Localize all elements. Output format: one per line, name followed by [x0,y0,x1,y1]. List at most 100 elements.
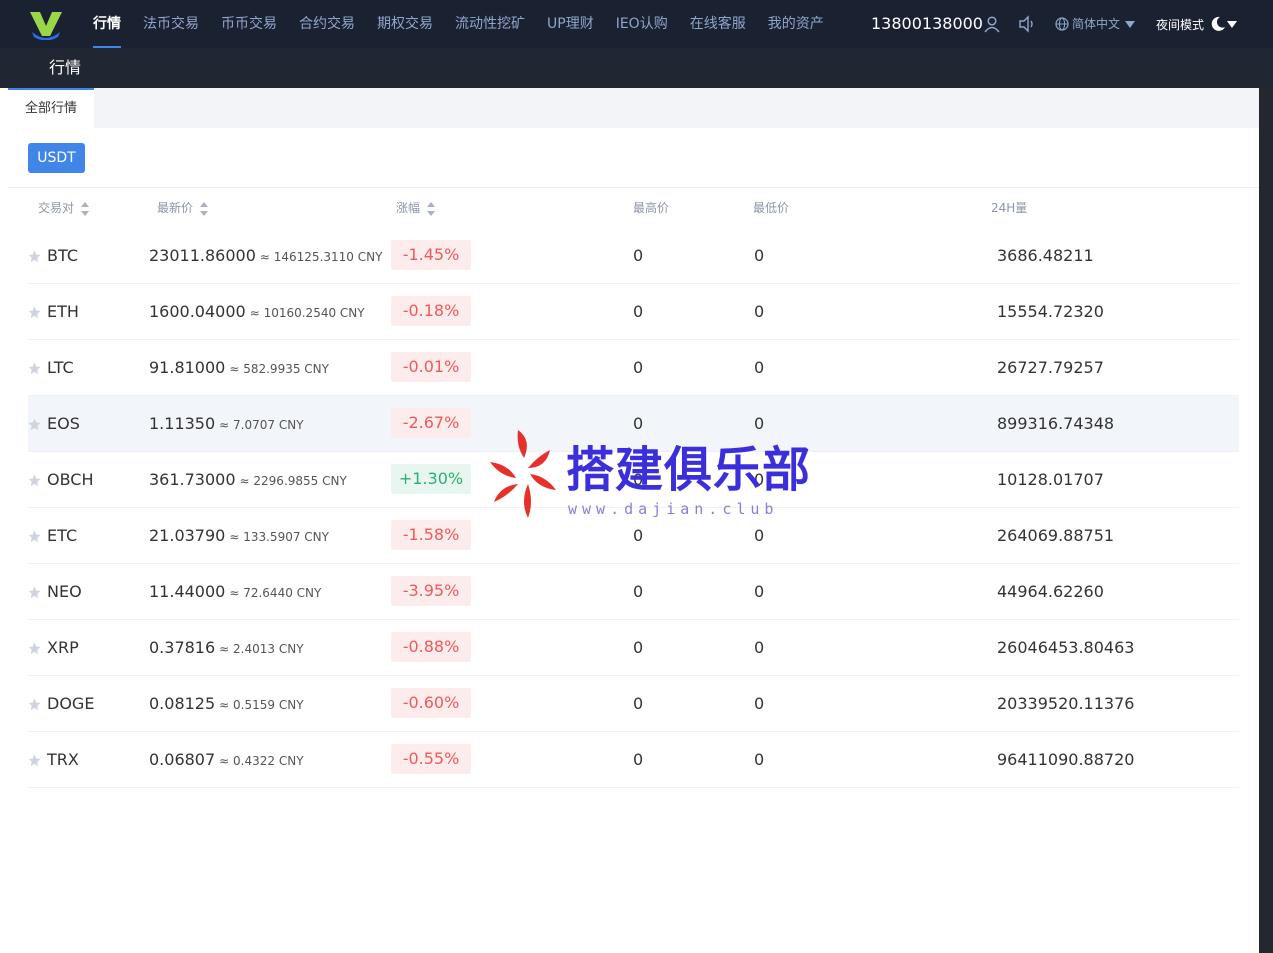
nav-item-6[interactable]: UP理财 [536,0,605,48]
high-price: 0 [633,582,644,601]
usdt-button[interactable]: USDT [28,143,85,173]
caret-down-icon[interactable] [1227,21,1237,28]
nav-item-1[interactable]: 法币交易 [132,0,210,48]
app: 行情 法币交易 币币交易 合约交易 期权交易 流动性挖矿 UP理财 IEO认购 在线客服 我的资产… [0,0,1273,953]
tab-bar [8,88,1259,128]
star-icon[interactable] [28,474,41,487]
pair-symbol: OBCH [47,470,94,489]
last-price: 1.11350 ≈ 7.0707 CNY [149,396,304,453]
price-cny: ≈ 2296.9855 CNY [239,474,347,488]
nav-item-9[interactable]: 我的资产 [757,0,835,48]
price-cny: ≈ 582.9935 CNY [229,362,329,376]
star-icon[interactable] [28,698,41,711]
star-icon[interactable] [28,754,41,767]
nav-item-3[interactable]: 合约交易 [288,0,366,48]
low-price: 0 [754,302,765,321]
change-badge: +1.30% [391,464,471,494]
tab-all-market[interactable]: 全部行情 [8,88,94,128]
price-value: 0.37816 [149,638,216,657]
header-pair[interactable]: 交易对 [38,200,90,216]
pair-symbol: ETH [47,302,79,321]
table-row[interactable]: BTC 23011.86000 ≈ 146125.3110 CNY -1.45% 0 0 3… [28,228,1239,284]
nav-item-8[interactable]: 在线客服 [679,0,757,48]
price-cny: ≈ 7.0707 CNY [219,418,304,432]
price-value: 11.44000 [149,582,226,601]
volume-24h: 20339520.11376 [997,694,1135,713]
low-price: 0 [754,750,765,769]
price-value: 21.03790 [149,526,226,545]
night-mode-toggle[interactable]: 夜间模式 [1156,0,1204,50]
change-badge: -0.18% [391,296,471,326]
nav-item-7[interactable]: IEO认购 [605,0,679,48]
volume-24h: 26727.79257 [997,358,1104,377]
volume-24h: 44964.62260 [997,582,1104,601]
pair-symbol: DOGE [47,694,95,713]
header-pair-label: 交易对 [38,201,75,215]
sound-icon[interactable] [1018,15,1036,33]
volume-24h: 26046453.80463 [997,638,1135,657]
top-nav: 行情 法币交易 币币交易 合约交易 期权交易 流动性挖矿 UP理财 IEO认购 在线客服 我的资产… [0,0,1273,48]
price-cny: ≈ 133.5907 CNY [229,530,329,544]
high-price: 0 [633,246,644,265]
pair-symbol: LTC [47,358,74,377]
price-value: 1600.04000 [149,302,246,321]
table-row[interactable]: NEO 11.44000 ≈ 72.6440 CNY -3.95% 0 0 44964.62… [28,564,1239,620]
caret-down-icon[interactable] [1125,21,1135,28]
change-badge: -0.60% [391,688,471,718]
low-price: 0 [754,582,765,601]
divider [8,187,1259,188]
star-icon[interactable] [28,362,41,375]
last-price: 11.44000 ≈ 72.6440 CNY [149,564,321,621]
change-badge: -0.55% [391,744,471,774]
star-icon[interactable] [28,418,41,431]
price-value: 0.08125 [149,694,216,713]
header-change[interactable]: 涨幅 [396,200,436,216]
star-icon[interactable] [28,530,41,543]
volume-24h: 899316.74348 [997,414,1115,433]
low-price: 0 [754,694,765,713]
last-price: 21.03790 ≈ 133.5907 CNY [149,508,329,565]
scrollbar[interactable] [1259,88,1273,953]
star-icon[interactable] [28,306,41,319]
header-change-label: 涨幅 [396,201,421,215]
nav-item-5[interactable]: 流动性挖矿 [444,0,536,48]
pair-symbol: EOS [47,414,80,433]
sort-icon[interactable] [426,201,436,217]
star-icon[interactable] [28,642,41,655]
change-badge: -1.45% [391,240,471,270]
high-price: 0 [633,358,644,377]
pair-symbol: ETC [47,526,78,545]
pair-symbol: TRX [47,750,79,769]
table-row[interactable]: TRX 0.06807 ≈ 0.4322 CNY -0.55% 0 0 96411090.8… [28,732,1239,788]
globe-icon[interactable] [1055,17,1069,31]
volume-24h: 96411090.88720 [997,750,1135,769]
price-value: 23011.86000 [149,246,256,265]
price-value: 1.11350 [149,414,216,433]
change-badge: -2.67% [391,408,471,438]
star-icon[interactable] [28,586,41,599]
nav-item-2[interactable]: 币币交易 [210,0,288,48]
pair-symbol: BTC [47,246,78,265]
language-selector[interactable]: 简体中文 [1072,0,1120,48]
nav-item-4[interactable]: 期权交易 [366,0,444,48]
table-row[interactable]: DOGE 0.08125 ≈ 0.5159 CNY -0.60% 0 0 20339520.… [28,676,1239,732]
price-value: 0.06807 [149,750,216,769]
last-price: 91.81000 ≈ 582.9935 CNY [149,340,329,397]
header-high: 最高价 [633,201,670,215]
user-icon[interactable] [983,15,1001,33]
table-row[interactable]: LTC 91.81000 ≈ 582.9935 CNY -0.01% 0 0 26727.7… [28,340,1239,396]
low-price: 0 [754,358,765,377]
price-cny: ≈ 72.6440 CNY [229,586,322,600]
nav-items: 行情 法币交易 币币交易 合约交易 期权交易 流动性挖矿 UP理财 IEO认购 在线客服 我的资产 [82,0,835,48]
sort-icon[interactable] [199,201,209,217]
star-icon[interactable] [28,250,41,263]
user-phone[interactable]: 13800138000 [871,0,983,48]
table-row[interactable]: XRP 0.37816 ≈ 2.4013 CNY -0.88% 0 0 26046453.8… [28,620,1239,676]
sort-icon[interactable] [80,201,90,217]
volume-24h: 15554.72320 [997,302,1104,321]
nav-item-0[interactable]: 行情 [82,0,132,48]
logo-icon[interactable] [28,10,64,40]
moon-icon[interactable] [1210,16,1226,32]
table-row[interactable]: ETH 1600.04000 ≈ 10160.2540 CNY -0.18% 0 0 155… [28,284,1239,340]
header-last-price[interactable]: 最新价 [157,200,209,216]
